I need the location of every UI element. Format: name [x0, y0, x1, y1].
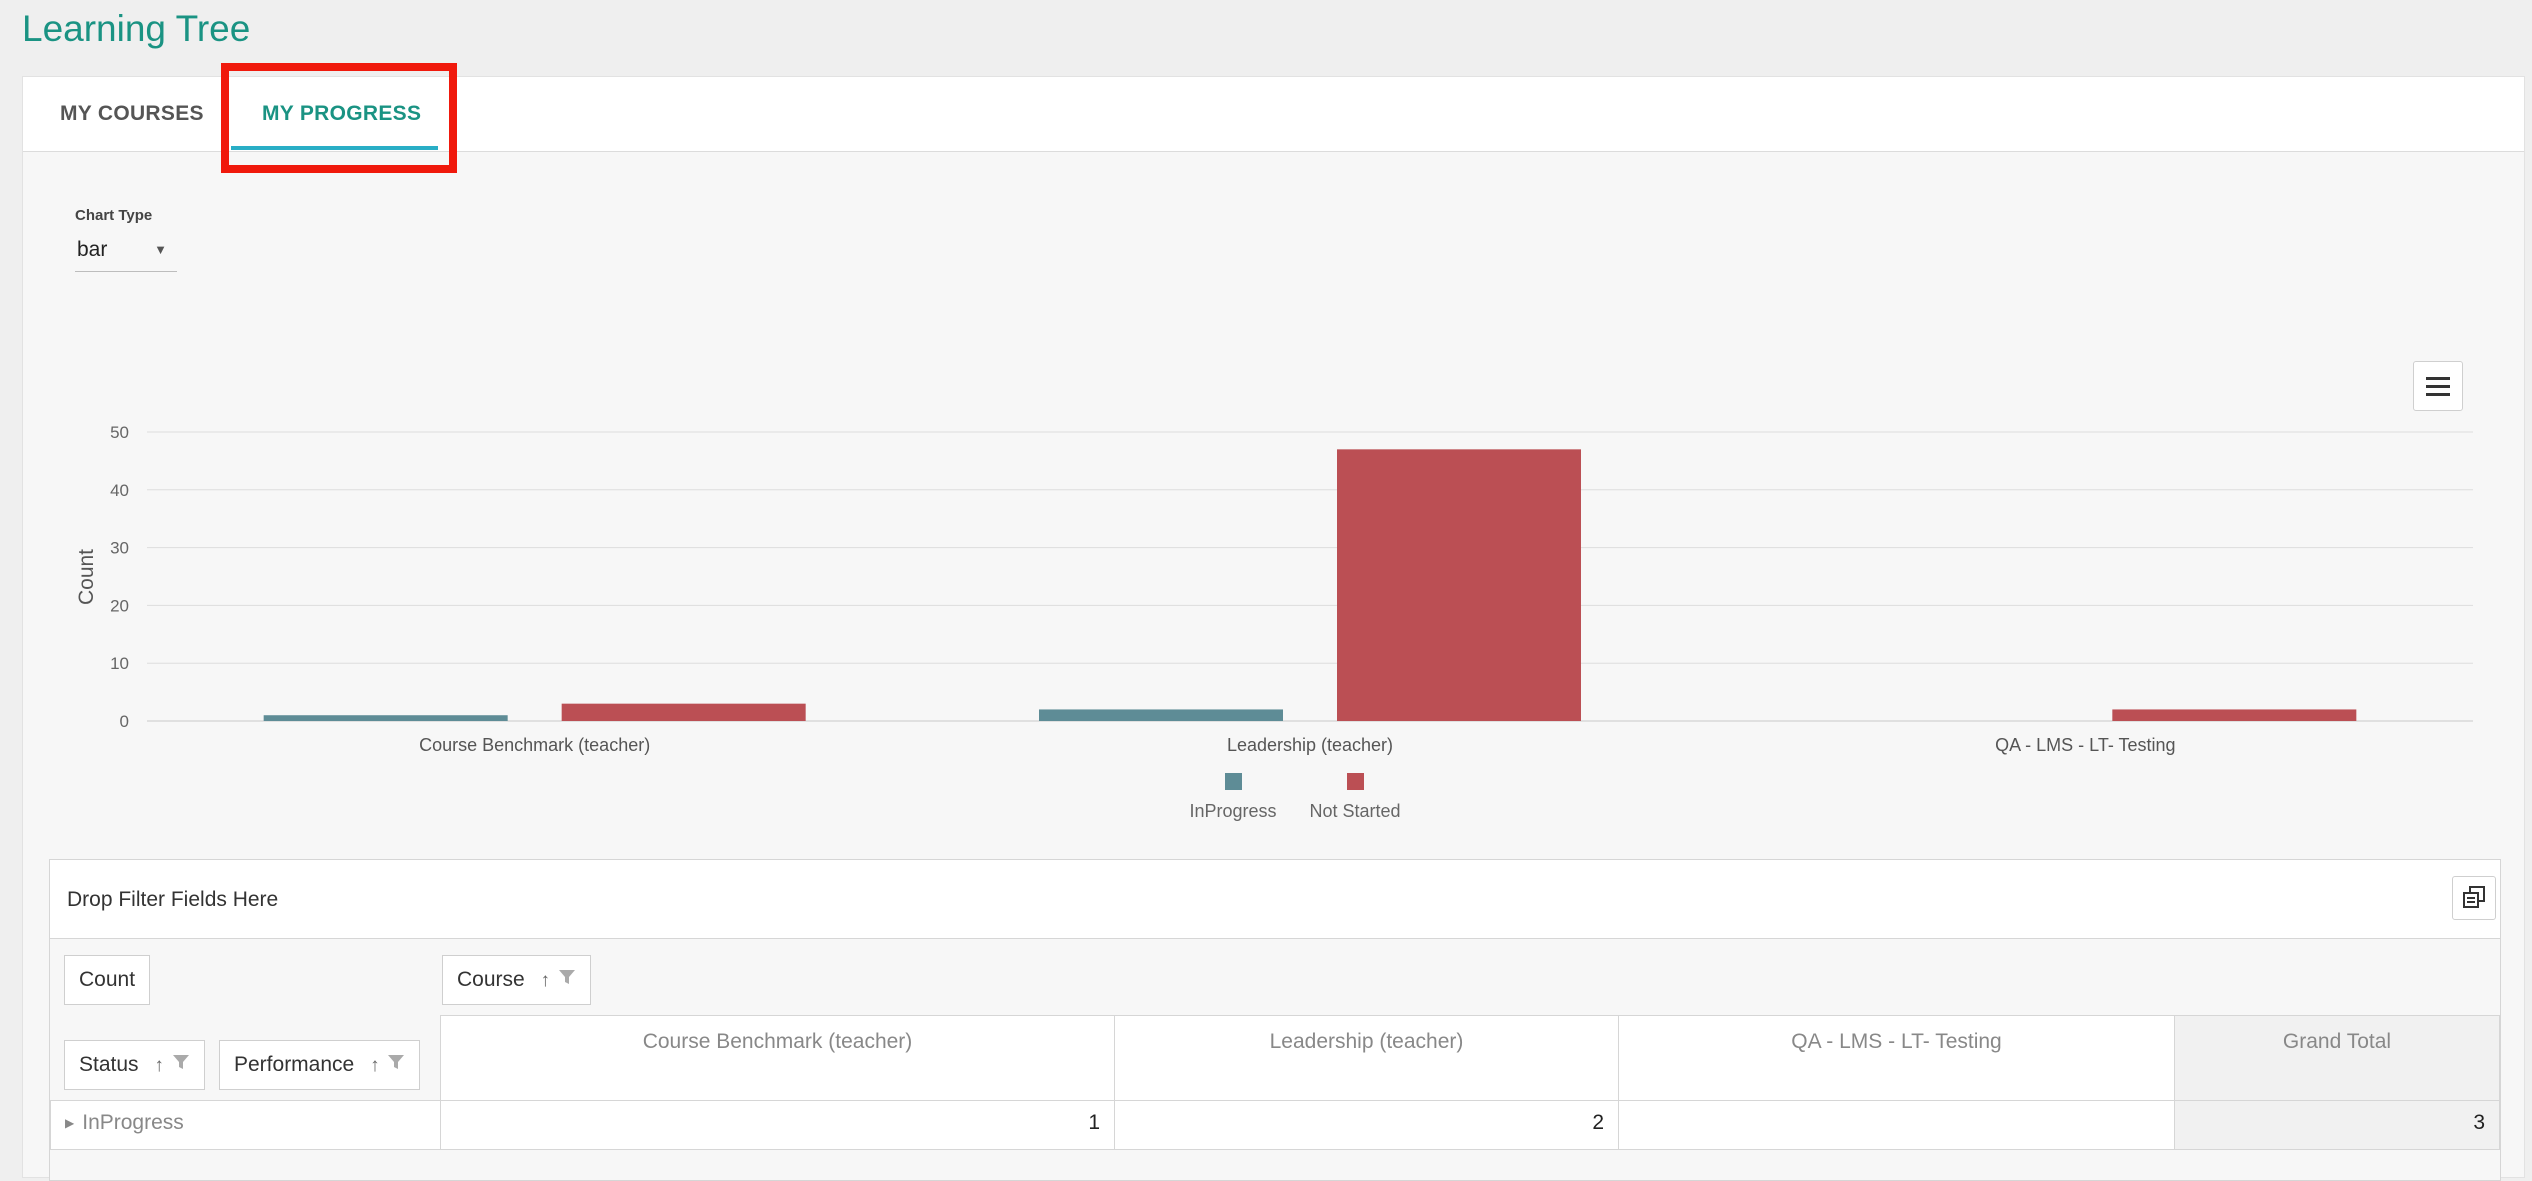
grand-total-header: Grand Total: [2174, 1015, 2500, 1101]
column-header: QA - LMS - LT- Testing: [1618, 1015, 2175, 1101]
row-field-chip-status[interactable]: Status ↑: [64, 1040, 205, 1090]
column-field-label: Course: [457, 968, 525, 991]
grand-total-cell: 3: [2174, 1100, 2500, 1150]
row-field-chip-performance[interactable]: Performance ↑: [219, 1040, 421, 1090]
x-tick-label: QA - LMS - LT- Testing: [1995, 735, 2175, 755]
sort-arrow-icon[interactable]: ↑: [541, 970, 551, 991]
field-list-icon: [2463, 886, 2485, 908]
y-axis-label: Count: [75, 549, 98, 605]
measure-chip-label: Count: [79, 968, 136, 991]
y-tick-label: 10: [110, 654, 129, 673]
column-field-chip-course[interactable]: Course ↑: [442, 955, 591, 1005]
x-tick-label: Course Benchmark (teacher): [419, 735, 650, 755]
row-label-text: InProgress: [82, 1111, 184, 1134]
legend-swatch: [1347, 773, 1364, 790]
y-tick-label: 50: [110, 423, 129, 442]
legend-label: InProgress: [1189, 801, 1276, 821]
filter-funnel-icon[interactable]: [387, 1041, 405, 1089]
main-panel: MY COURSES MY PROGRESS Chart Type bar ▼ …: [22, 63, 2525, 1181]
y-tick-label: 30: [110, 539, 129, 558]
sort-arrow-icon[interactable]: ↑: [370, 1055, 380, 1076]
y-tick-label: 20: [110, 596, 129, 615]
x-tick-label: Leadership (teacher): [1227, 735, 1393, 755]
table-cell: 1: [440, 1100, 1115, 1150]
pivot-table: Drop Filter Fields Here Count Course ↑ S…: [49, 859, 2501, 1181]
bar-inprogress: [263, 715, 508, 721]
progress-bar-chart: 0 10 20 30 40 50 Count Course Benchmark (teache…: [75, 423, 2473, 821]
row-header-inprogress[interactable]: ▶ InProgress: [50, 1100, 441, 1150]
filter-funnel-icon[interactable]: [172, 1041, 190, 1089]
hamburger-line: [2426, 393, 2450, 396]
y-tick-label: 0: [120, 712, 129, 731]
filter-placeholder: Drop Filter Fields Here: [67, 888, 279, 911]
table-cell: 2: [1114, 1100, 1619, 1150]
measure-chip-count[interactable]: Count: [64, 955, 151, 1005]
column-header: Course Benchmark (teacher): [440, 1015, 1115, 1101]
expand-caret-icon[interactable]: ▶: [65, 1116, 74, 1130]
row-field-status-label: Status: [79, 1053, 139, 1076]
hamburger-line: [2426, 385, 2450, 388]
legend-label: Not Started: [1309, 801, 1400, 821]
bar-not-started: [561, 703, 806, 721]
bar-inprogress: [1039, 709, 1283, 721]
field-list-button[interactable]: [2452, 876, 2496, 920]
bar-not-started: [1337, 449, 1581, 721]
filter-funnel-icon[interactable]: [558, 956, 576, 1004]
bar-not-started: [2112, 709, 2357, 721]
filter-drop-area[interactable]: Drop Filter Fields Here: [50, 860, 2500, 939]
legend-swatch: [1225, 773, 1242, 790]
hamburger-menu-icon: [2426, 377, 2450, 380]
chart-menu-button[interactable]: [2413, 361, 2463, 411]
table-cell: [1618, 1100, 2175, 1150]
row-field-performance-label: Performance: [234, 1053, 355, 1076]
column-header: Leadership (teacher): [1114, 1015, 1619, 1101]
sort-arrow-icon[interactable]: ↑: [154, 1055, 164, 1076]
app-title: Learning Tree: [22, 8, 251, 49]
y-tick-label: 40: [110, 481, 129, 500]
